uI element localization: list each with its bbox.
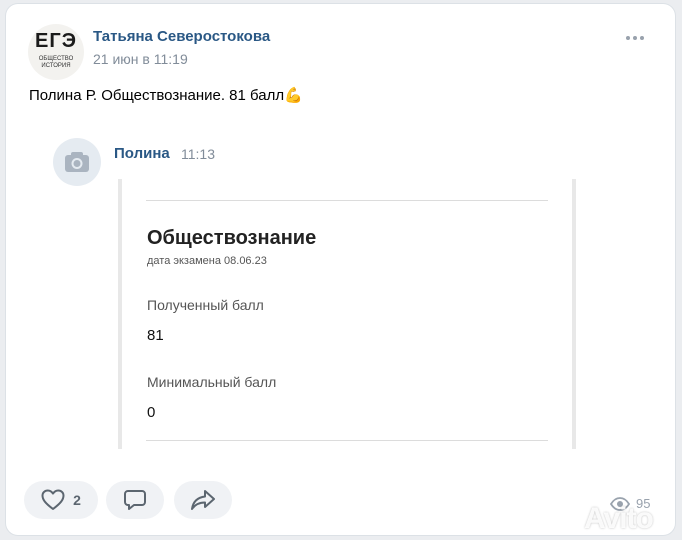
reply-author[interactable]: Полина xyxy=(114,145,170,162)
share-icon xyxy=(191,490,215,510)
divider xyxy=(146,200,548,201)
received-score-label: Полученный балл xyxy=(147,297,264,313)
comment-icon xyxy=(124,490,146,510)
reply-time: 11:13 xyxy=(181,146,215,162)
min-score-label: Минимальный балл xyxy=(147,374,277,390)
heart-icon xyxy=(41,489,65,510)
author-name[interactable]: Татьяна Северостокова xyxy=(93,28,270,45)
avatar-subtitle: ОБЩЕСТВО ИСТОРИЯ xyxy=(28,56,84,70)
exam-subject: Обществознание xyxy=(147,227,317,249)
post-date[interactable]: 21 июн в 11:19 xyxy=(93,51,188,67)
avatar-subtitle-line1: ОБЩЕСТВО xyxy=(38,56,74,62)
avatar-logo-text: ЕГЭ xyxy=(35,30,77,52)
divider xyxy=(146,440,548,441)
post-text: Полина Р. Обществознание. 81 балл💪 xyxy=(29,86,303,104)
like-button[interactable]: 2 xyxy=(24,481,98,519)
dot xyxy=(640,36,644,40)
post-text-body: Полина Р. Обществознание. 81 балл xyxy=(29,87,285,104)
more-options-icon[interactable] xyxy=(626,36,644,40)
share-button[interactable] xyxy=(174,481,232,519)
camera-icon xyxy=(65,152,89,172)
dot xyxy=(626,36,630,40)
avatar-subtitle-line2: ИСТОРИЯ xyxy=(41,63,71,69)
result-screenshot[interactable]: Обществознание дата экзамена 08.06.23 По… xyxy=(118,179,576,449)
author-avatar[interactable]: ЕГЭ ОБЩЕСТВО ИСТОРИЯ xyxy=(28,24,84,80)
comment-button[interactable] xyxy=(106,481,164,519)
exam-date: дата экзамена 08.06.23 xyxy=(147,255,267,267)
post-card: ЕГЭ ОБЩЕСТВО ИСТОРИЯ Татьяна Северостоко… xyxy=(6,4,675,535)
camera-avatar[interactable] xyxy=(53,138,101,186)
like-count: 2 xyxy=(73,492,81,508)
avito-watermark: Avito xyxy=(584,502,654,535)
received-score-value: 81 xyxy=(147,327,164,344)
dot xyxy=(633,36,637,40)
flexed-biceps-emoji: 💪 xyxy=(284,87,303,104)
min-score-value: 0 xyxy=(147,404,156,421)
